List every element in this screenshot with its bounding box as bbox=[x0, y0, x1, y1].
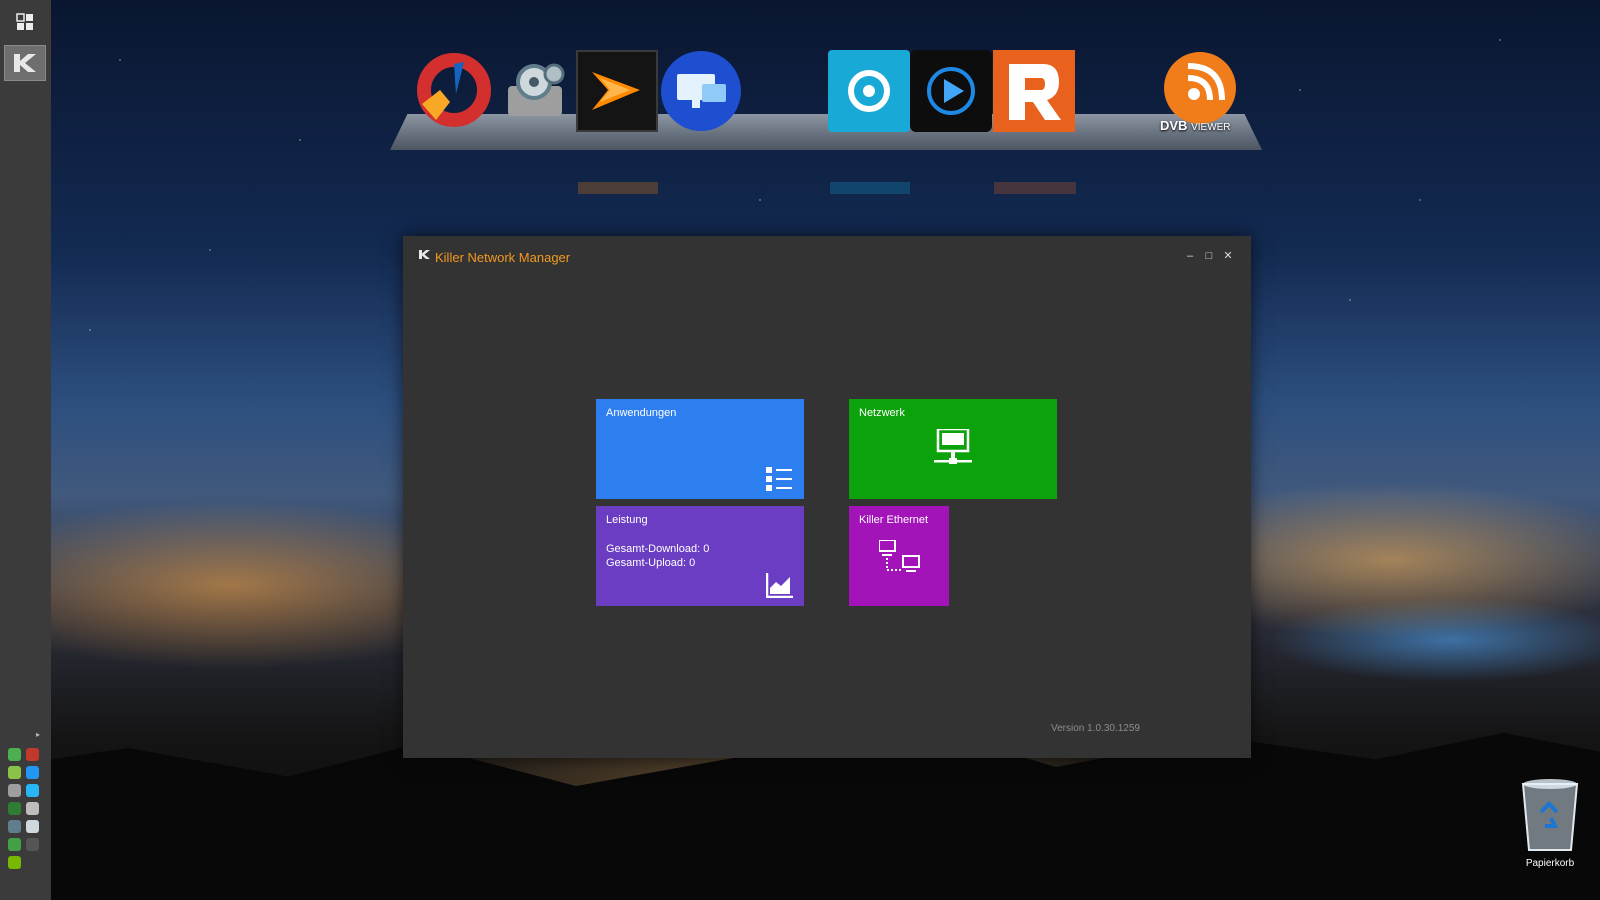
network-computer-icon bbox=[934, 427, 972, 476]
tray-app-icon[interactable] bbox=[26, 838, 39, 851]
recycle-bin-icon[interactable] bbox=[1515, 776, 1585, 856]
tile-killer-ethernet[interactable]: Killer Ethernet bbox=[849, 506, 949, 606]
tray-app-icon[interactable] bbox=[26, 766, 39, 779]
tray-app-icon[interactable] bbox=[8, 802, 21, 815]
gears-icon[interactable] bbox=[494, 50, 576, 132]
left-sidebar: ▸ bbox=[0, 0, 51, 900]
nvidia-tray-icon[interactable] bbox=[8, 856, 21, 869]
tray-app-icon[interactable] bbox=[26, 748, 39, 761]
tile-killer-ethernet-title: Killer Ethernet bbox=[859, 514, 929, 526]
tray-expand-arrow[interactable]: ▸ bbox=[36, 730, 40, 739]
tray-app-icon[interactable] bbox=[26, 784, 39, 797]
razer-cortex-icon[interactable] bbox=[576, 50, 658, 132]
close-button[interactable]: ✕ bbox=[1220, 248, 1236, 264]
r-logo-icon[interactable] bbox=[993, 50, 1075, 132]
dock-reflection bbox=[994, 182, 1076, 194]
title-bar[interactable]: Killer Network Manager ‒ □ ✕ bbox=[403, 236, 1251, 276]
tile-applications[interactable]: Anwendungen bbox=[596, 399, 804, 499]
killer-logo-icon bbox=[418, 248, 431, 261]
tile-applications-title: Anwendungen bbox=[606, 407, 677, 419]
maximize-button[interactable]: □ bbox=[1201, 248, 1217, 264]
tray-app-icon[interactable] bbox=[8, 766, 21, 779]
tile-performance[interactable]: Leistung Gesamt-Download: 0 Gesamt-Uploa… bbox=[596, 506, 804, 606]
ethernet-computers-icon bbox=[878, 539, 921, 579]
chart-icon bbox=[765, 572, 794, 603]
total-download-label: Gesamt-Download: 0 bbox=[606, 543, 710, 555]
tray-app-icon[interactable] bbox=[8, 820, 21, 833]
apps-grid-icon[interactable] bbox=[4, 4, 46, 40]
killer-k-icon[interactable] bbox=[4, 45, 46, 81]
dock-reflection bbox=[578, 182, 658, 194]
total-upload-label: Gesamt-Upload: 0 bbox=[606, 557, 696, 569]
system-tray bbox=[8, 748, 44, 869]
tray-app-icon[interactable] bbox=[26, 802, 39, 815]
ccleaner-icon[interactable] bbox=[410, 50, 492, 132]
tray-app-icon[interactable] bbox=[8, 784, 21, 797]
aperture-icon[interactable] bbox=[828, 50, 910, 132]
tile-network-title: Netzwerk bbox=[859, 407, 905, 419]
dock-reflection bbox=[830, 182, 910, 194]
dvbviewer-label: DVB VIEWER bbox=[1160, 118, 1260, 133]
remote-desktop-icon[interactable] bbox=[660, 50, 742, 132]
tray-app-icon[interactable] bbox=[8, 838, 21, 851]
list-icon bbox=[766, 465, 794, 498]
window-title: Killer Network Manager bbox=[435, 250, 571, 265]
tray-app-icon[interactable] bbox=[8, 748, 21, 761]
play-icon[interactable] bbox=[910, 50, 992, 132]
killer-network-manager-window: Killer Network Manager ‒ □ ✕ Anwendungen… bbox=[403, 236, 1251, 758]
tray-app-icon[interactable] bbox=[26, 820, 39, 833]
tile-network[interactable]: Netzwerk bbox=[849, 399, 1057, 499]
tile-performance-title: Leistung bbox=[606, 514, 648, 526]
minimize-button[interactable]: ‒ bbox=[1182, 248, 1198, 264]
dvbviewer-brand: DVB bbox=[1160, 118, 1188, 133]
dvbviewer-sub: VIEWER bbox=[1191, 122, 1231, 133]
version-label: Version 1.0.30.1259 bbox=[1051, 723, 1140, 734]
recycle-bin-label: Papierkorb bbox=[1525, 858, 1575, 869]
